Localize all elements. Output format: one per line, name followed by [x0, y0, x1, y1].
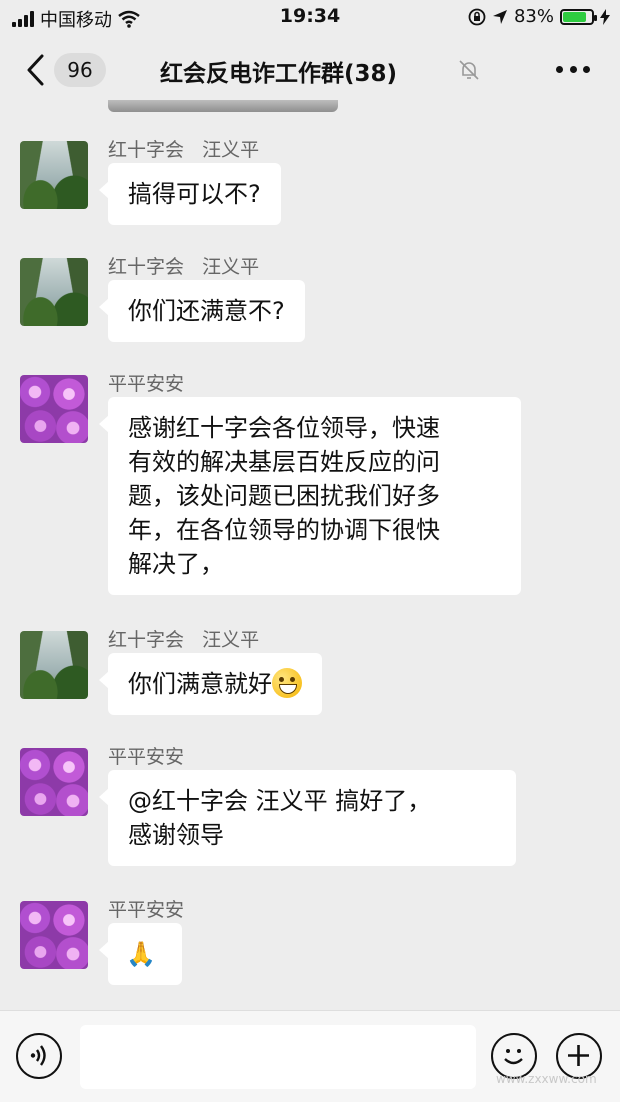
avatar[interactable] — [20, 258, 88, 326]
voice-wave-icon — [30, 1045, 46, 1066]
message-text: 你们满意就好 — [128, 670, 272, 698]
message-line: 有效的解决基层百姓反应的问 — [128, 448, 440, 476]
voice-icon[interactable] — [16, 1033, 62, 1079]
plus-sign-icon — [568, 1045, 589, 1066]
sender-name: 红十字会 汪义平 — [108, 139, 260, 161]
status-bar: 中国移动 19:34 83% — [0, 0, 620, 34]
sender-name: 平平安安 — [108, 899, 185, 921]
orientation-lock-icon — [468, 8, 486, 25]
sender-name: 平平安安 — [108, 373, 185, 395]
image-message-fragment[interactable] — [108, 100, 338, 112]
message-text: 你们还满意不? — [128, 297, 285, 325]
sender-name: 红十字会 汪义平 — [108, 629, 260, 651]
message-bubble[interactable]: 你们还满意不? — [99, 280, 305, 342]
nav-bar: 96 红会反电诈工作群(38) — [0, 34, 620, 106]
avatar[interactable] — [20, 631, 88, 699]
message-line: 解决了， — [128, 550, 224, 578]
message-bubble[interactable]: 你们满意就好 — [99, 653, 322, 715]
battery-fill — [563, 11, 587, 22]
folded-hands-emoji: 🙏 — [126, 940, 156, 968]
message-bubble[interactable]: 🙏 — [99, 923, 182, 985]
battery-percent: 83% — [513, 6, 554, 27]
sender-name: 平平安安 — [108, 746, 185, 768]
message-line: 感谢领导 — [128, 821, 224, 849]
avatar[interactable] — [20, 375, 88, 443]
message-input[interactable] — [80, 1025, 476, 1089]
message-line: 年，在各位领导的协调下很快 — [128, 516, 440, 544]
avatar[interactable] — [20, 141, 88, 209]
sender-name: 红十字会 汪义平 — [108, 256, 260, 278]
message-line: 感谢红十字会各位领导，快速 — [128, 414, 440, 442]
message-text: 搞得可以不? — [128, 180, 261, 208]
unread-count-badge[interactable]: 96 — [54, 53, 106, 87]
charging-icon — [600, 8, 610, 25]
message-line: 题，该处问题已困扰我们好多 — [128, 482, 440, 510]
bell-muted-icon — [459, 60, 479, 80]
avatar[interactable] — [20, 748, 88, 816]
battery-icon — [560, 8, 597, 25]
input-bar — [0, 1010, 620, 1102]
message-bubble[interactable]: @红十字会 汪义平 搞好了， 感谢领导 — [99, 770, 516, 866]
message-bubble[interactable]: 搞得可以不? — [99, 163, 281, 225]
message-line: @红十字会 汪义平 搞好了， — [128, 787, 432, 815]
more-dots-icon[interactable] — [556, 66, 590, 74]
chevron-left-icon[interactable] — [22, 52, 52, 88]
location-icon — [492, 9, 507, 24]
message-bubble[interactable]: 感谢红十字会各位领导，快速 有效的解决基层百姓反应的问 题，该处问题已困扰我们好… — [99, 397, 521, 595]
chat-title: 红会反电诈工作群(38) — [160, 61, 398, 87]
avatar[interactable] — [20, 901, 88, 969]
watermark: www.zxxww.com — [496, 1072, 597, 1086]
smile-face-icon — [504, 1049, 523, 1065]
status-right: 83% — [468, 6, 610, 27]
grinning-face-emoji-icon — [272, 668, 302, 698]
